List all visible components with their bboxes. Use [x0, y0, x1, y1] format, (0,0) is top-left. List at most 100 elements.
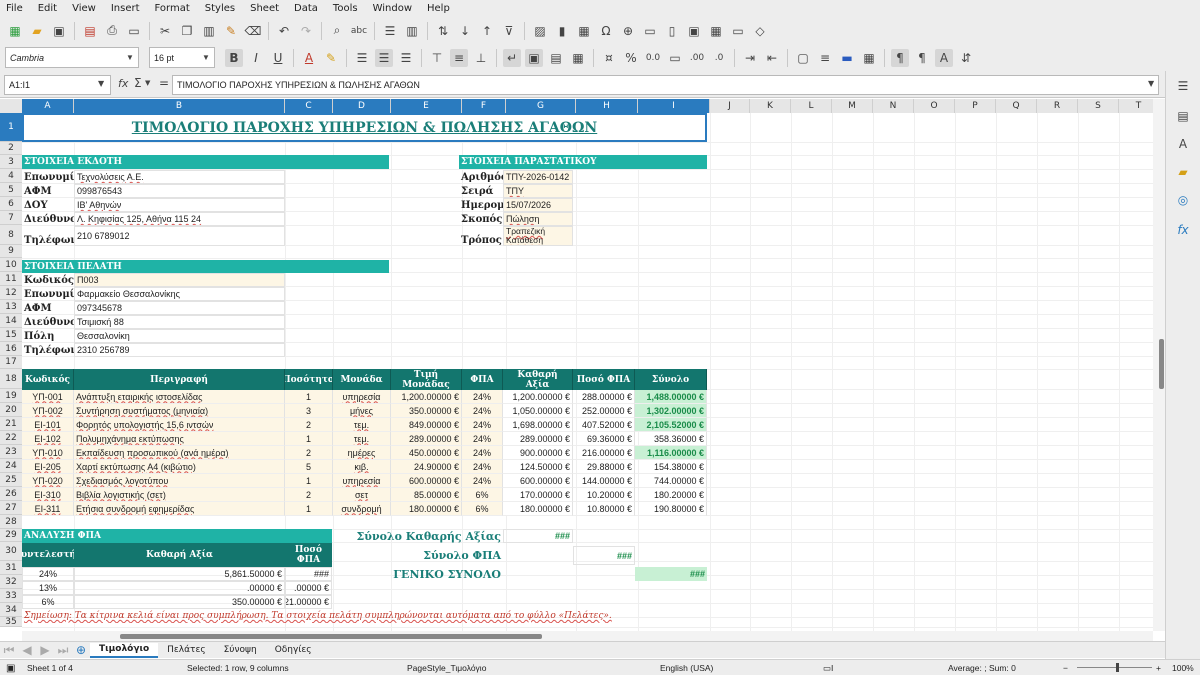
table-cell[interactable]: Εκπαίδευση προσωπικού (ανά ημέρα)	[74, 446, 285, 460]
menu-edit[interactable]: Edit	[38, 3, 57, 14]
row-header[interactable]: 3	[0, 155, 22, 169]
issuer-name-value[interactable]: Τεχνολύσεις Α.Ε.	[74, 170, 285, 184]
table-cell[interactable]: 1,200.00000 €	[503, 390, 573, 404]
column-header[interactable]: S	[1078, 99, 1119, 113]
table-cell[interactable]: 900.00000 €	[503, 446, 573, 460]
table-cell[interactable]: ημέρες	[333, 446, 391, 460]
sum-icon[interactable]: Σ	[134, 76, 142, 90]
align-center-icon[interactable]: ☰	[375, 48, 393, 67]
text-direction-rtl-icon[interactable]: ¶	[913, 49, 931, 67]
table-cell[interactable]: σετ	[333, 488, 391, 502]
row-header[interactable]: 9	[0, 245, 22, 258]
column-header[interactable]: B	[74, 99, 285, 113]
row-header[interactable]: 29	[0, 529, 22, 542]
table-cell[interactable]: 24%	[462, 418, 503, 432]
table-cell[interactable]: ΕΙ-311	[22, 502, 74, 516]
horizontal-scroll-thumb[interactable]	[120, 634, 542, 639]
row-header[interactable]: 14	[0, 314, 22, 328]
function-wizard-icon[interactable]: fx	[118, 77, 128, 90]
row-header[interactable]: 22	[0, 431, 22, 445]
row-header[interactable]: 32	[0, 575, 22, 589]
delete-decimal-icon[interactable]: .0	[710, 49, 728, 67]
table-cell[interactable]: 1,200.00000 €	[391, 390, 462, 404]
row-header[interactable]: 12	[0, 286, 22, 300]
name-box[interactable]: A1:I1	[4, 75, 111, 95]
table-cell[interactable]: 289.00000 €	[503, 432, 573, 446]
vertical-text-icon[interactable]: ⇵	[957, 49, 975, 67]
highlight-color-icon[interactable]: ✎	[322, 49, 340, 67]
menu-view[interactable]: View	[72, 3, 96, 14]
vat-analysis-cell[interactable]: 24%	[22, 567, 74, 581]
table-cell[interactable]: ΕΙ-310	[22, 488, 74, 502]
table-cell[interactable]: υπηρεσία	[333, 390, 391, 404]
row-header[interactable]: 21	[0, 417, 22, 431]
row-header[interactable]: 17	[0, 356, 22, 369]
last-sheet-icon[interactable]: ⏭	[54, 641, 72, 659]
table-cell[interactable]: 10.20000 €	[573, 488, 635, 502]
align-top-icon[interactable]: ⊤	[428, 49, 446, 67]
clone-formatting-icon[interactable]: ✎	[222, 22, 240, 40]
merge-cells-icon[interactable]: ▤	[547, 49, 565, 67]
table-cell[interactable]: 1,050.00000 €	[503, 404, 573, 418]
row-icon[interactable]: ☰	[381, 22, 399, 40]
spreadsheet-grid[interactable]: ΤΙΜΟΛΟΓΙΟ ΠΑΡΟΧΗΣ ΥΠΗΡΕΣΙΩΝ & ΠΩΛΗΣΗΣ ΑΓ…	[22, 113, 1155, 631]
image-icon[interactable]: ▨	[531, 22, 549, 40]
table-cell[interactable]: 1	[285, 390, 333, 404]
table-cell[interactable]: 1,698.00000 €	[503, 418, 573, 432]
gallery-icon[interactable]: ▰	[1174, 163, 1192, 181]
table-cell[interactable]: 2	[285, 446, 333, 460]
add-sheet-icon[interactable]: ⊕	[72, 641, 90, 659]
chevron-down-icon[interactable]: ▼	[98, 79, 104, 88]
issuer-address-value[interactable]: Λ. Κηφισίας 125, Αθήνα 115 24	[74, 212, 285, 226]
invoice-title[interactable]: ΤΙΜΟΛΟΓΙΟ ΠΑΡΟΧΗΣ ΥΠΗΡΕΣΙΩΝ & ΠΩΛΗΣΗΣ ΑΓ…	[22, 113, 707, 142]
table-cell[interactable]: 2	[285, 488, 333, 502]
sheet-tab-invoice[interactable]: Τιμολόγιο	[90, 642, 159, 658]
grand-total-value[interactable]: ###	[635, 567, 707, 581]
font-size-combo[interactable]: 16 pt ▼	[149, 47, 215, 68]
table-cell[interactable]: 24%	[462, 432, 503, 446]
formula-equals-icon[interactable]: =	[159, 76, 169, 90]
increase-indent-icon[interactable]: ⇥	[741, 49, 759, 67]
row-header[interactable]: 5	[0, 183, 22, 197]
hyperlink-icon[interactable]: ⊕	[619, 22, 637, 40]
table-cell[interactable]: 6%	[462, 488, 503, 502]
table-cell[interactable]: 24%	[462, 460, 503, 474]
row-header[interactable]: 26	[0, 487, 22, 501]
customer-name-value[interactable]: Φαρμακείο Θεσσαλονίκης	[74, 287, 285, 301]
customer-city-value[interactable]: Θεσσαλονίκη	[74, 329, 285, 343]
zoom-slider[interactable]	[1077, 667, 1152, 668]
row-header[interactable]: 33	[0, 589, 22, 603]
table-cell[interactable]: ΕΙ-101	[22, 418, 74, 432]
column-header[interactable]: H	[576, 99, 638, 113]
table-cell[interactable]: 10.80000 €	[573, 502, 635, 516]
column-header[interactable]: C	[285, 99, 333, 113]
menu-sheet[interactable]: Sheet	[250, 3, 279, 14]
row-header[interactable]: 4	[0, 169, 22, 183]
document-payment-value[interactable]: Τραπεζική Κατάθεση	[503, 226, 573, 246]
vertical-scroll-thumb[interactable]	[1159, 339, 1164, 389]
customer-code-value[interactable]: Π003	[74, 273, 285, 287]
column-header[interactable]: D	[333, 99, 391, 113]
functions-icon[interactable]: fx	[1174, 221, 1192, 239]
comment-icon[interactable]: ▭	[641, 22, 659, 40]
conditional-format-icon[interactable]: ▦	[860, 49, 878, 67]
table-cell[interactable]: κιβ.	[333, 460, 391, 474]
table-cell[interactable]: 252.00000 €	[573, 404, 635, 418]
table-cell[interactable]: 216.00000 €	[573, 446, 635, 460]
row-header[interactable]: 1	[0, 113, 22, 142]
issuer-vat-value[interactable]: 099876543	[74, 184, 285, 198]
vat-total-value[interactable]: ###	[573, 546, 635, 565]
table-cell[interactable]: 24%	[462, 446, 503, 460]
sheet-tab-instructions[interactable]: Οδηγίες	[266, 643, 321, 658]
table-cell[interactable]: 24%	[462, 404, 503, 418]
font-name-combo[interactable]: Cambria ▼	[5, 47, 139, 68]
table-cell[interactable]: Συντήρηση συστήματος (μηνιαία)	[74, 404, 285, 418]
column-header[interactable]: F	[462, 99, 506, 113]
zoom-out-icon[interactable]: −	[1063, 663, 1068, 673]
row-header[interactable]: 6	[0, 197, 22, 211]
column-header[interactable]: M	[832, 99, 873, 113]
net-total-value[interactable]: ###	[503, 529, 573, 543]
paste-icon[interactable]: ▥	[200, 22, 218, 40]
vat-analysis-cell[interactable]: 5,861.50000 €	[74, 567, 285, 581]
table-cell[interactable]: 69.36000 €	[573, 432, 635, 446]
